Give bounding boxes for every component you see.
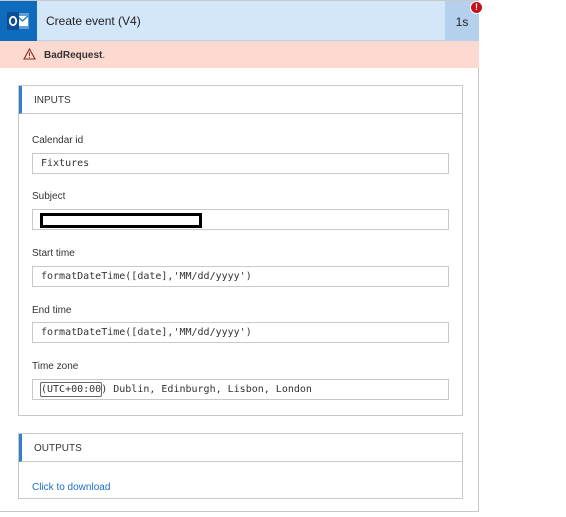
subject-field[interactable] xyxy=(32,209,449,230)
action-card: Create event (V4) 1s ! BadRequest. INPUT… xyxy=(0,0,482,512)
error-banner: BadRequest. xyxy=(0,41,479,68)
end-time-label: End time xyxy=(32,305,72,316)
action-title: Create event (V4) xyxy=(46,14,141,28)
warning-icon xyxy=(23,48,36,60)
start-time-label: Start time xyxy=(32,248,75,259)
end-time-field[interactable]: formatDateTime([date],'MM/dd/yyyy') xyxy=(32,322,449,343)
start-time-field[interactable]: formatDateTime([date],'MM/dd/yyyy') xyxy=(32,266,449,287)
outputs-header[interactable]: OUTPUTS xyxy=(19,434,462,462)
download-link[interactable]: Click to download xyxy=(32,482,110,493)
action-header[interactable]: Create event (V4) 1s xyxy=(0,1,479,41)
inputs-section: INPUTS Calendar id Fixtures Subject Star… xyxy=(18,85,463,416)
error-message: BadRequest. xyxy=(44,50,106,61)
calendar-id-field[interactable]: Fixtures xyxy=(32,153,449,174)
outlook-icon xyxy=(0,1,37,41)
redaction-box xyxy=(40,213,202,228)
error-badge: ! xyxy=(471,2,482,13)
time-zone-field[interactable]: (UTC+00:00) Dublin, Edinburgh, Lisbon, L… xyxy=(32,379,449,400)
calendar-id-label: Calendar id xyxy=(32,135,84,146)
subject-label: Subject xyxy=(32,191,66,202)
outputs-section: OUTPUTS Click to download xyxy=(18,433,463,499)
time-zone-label: Time zone xyxy=(32,361,79,372)
inputs-header[interactable]: INPUTS xyxy=(19,86,462,114)
